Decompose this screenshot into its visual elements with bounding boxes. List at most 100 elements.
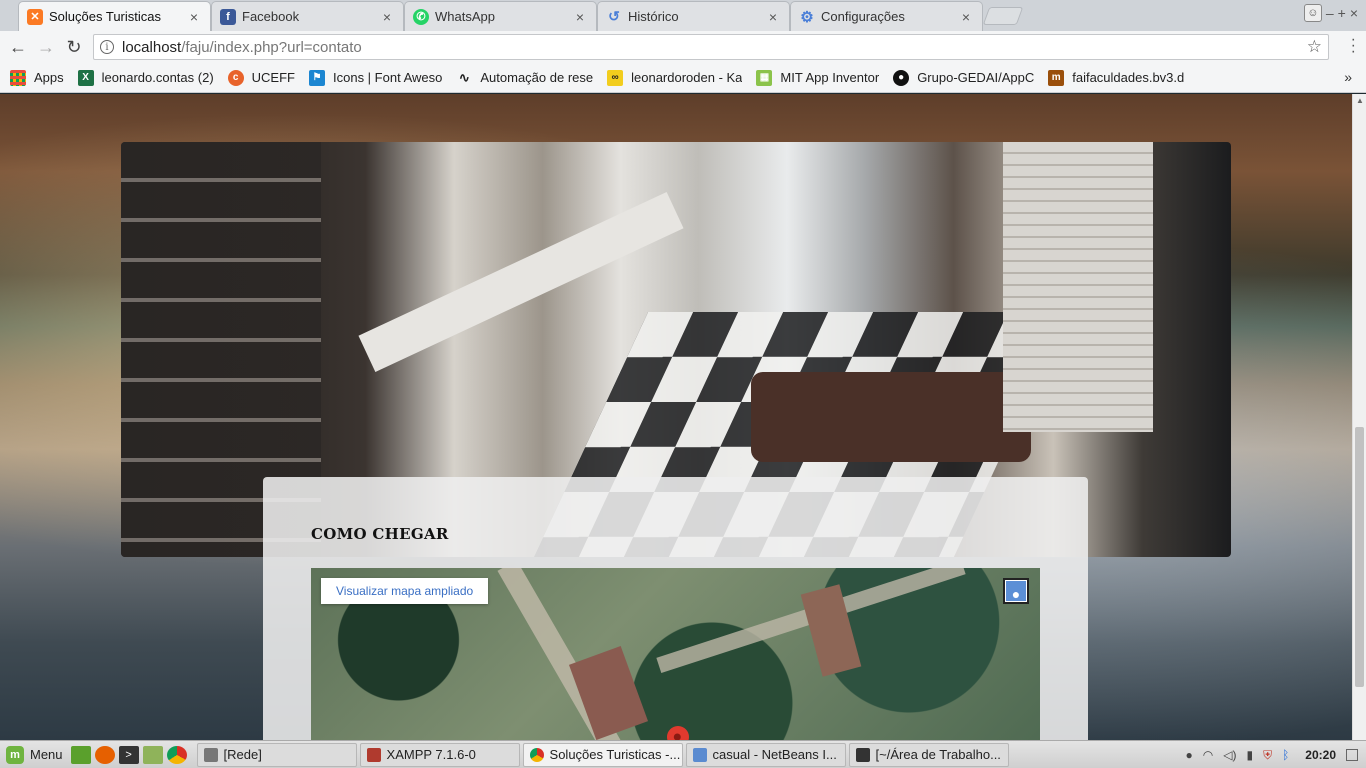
taskbar-window-rede[interactable]: [Rede]	[196, 742, 357, 767]
uceff-icon: c	[227, 69, 244, 86]
close-icon[interactable]: ×	[379, 9, 395, 25]
taskbar-window-terminal[interactable]: [~/Área de Trabalho...	[848, 742, 1009, 767]
browser-toolbar: ← → ↻ i localhost/faju/index.php?url=con…	[0, 31, 1366, 63]
forward-arrow-icon[interactable]: →	[32, 33, 60, 61]
page-scrollbar[interactable]: ▲	[1352, 94, 1366, 740]
xampp-icon: ✕	[27, 8, 43, 25]
bookmark-grupo-gedai[interactable]: ● Grupo-GEDAI/AppC	[893, 69, 1035, 86]
volume-icon[interactable]: ◁)	[1223, 748, 1236, 762]
window-label: Soluções Turisticas -...	[549, 747, 681, 762]
mint-logo-icon: m	[6, 745, 24, 764]
bookmark-uceff[interactable]: c UCEFF	[227, 69, 295, 86]
chrome-icon[interactable]	[166, 745, 187, 764]
bookmark-leonardoroden[interactable]: ∞ leonardoroden - Ka	[607, 69, 743, 86]
tab-facebook[interactable]: f Facebook ×	[211, 1, 404, 31]
window-label: XAMPP 7.1.6-0	[386, 747, 476, 762]
bookmark-faifaculdades[interactable]: m faifaculdades.bv3.d	[1048, 69, 1185, 86]
url-path: /faju/index.php?url=contato	[181, 38, 362, 56]
tab-label: Histórico	[628, 9, 679, 24]
tab-whatsapp[interactable]: ✆ WhatsApp ×	[404, 1, 597, 31]
section-title: COMO CHEGAR	[311, 525, 449, 543]
bookmark-leonardo-contas[interactable]: X leonardo.contas (2)	[77, 69, 214, 86]
taskbar-window-netbeans[interactable]: casual - NetBeans I...	[685, 742, 846, 767]
infinity-icon: ∞	[607, 69, 624, 86]
bookmark-star-icon[interactable]: ☆	[1307, 37, 1322, 57]
new-tab-button[interactable]	[982, 7, 1024, 25]
network-folder-icon	[203, 747, 218, 762]
bookmark-mit-app-inventor[interactable]: ▦ MIT App Inventor	[756, 69, 879, 86]
minimize-button[interactable]: –	[1326, 5, 1334, 21]
contact-card: COMO CHEGAR Visualizar mapa ampliado ●	[263, 477, 1088, 740]
tab-label: Facebook	[242, 9, 300, 24]
profile-icon[interactable]: ☺	[1303, 4, 1322, 22]
appinventor-icon: ▦	[756, 69, 773, 86]
battery-icon[interactable]: ▮	[1246, 748, 1253, 762]
bookmarks-overflow-button[interactable]: »	[1344, 69, 1352, 85]
user-icon[interactable]: ●	[1186, 748, 1193, 762]
moodle-icon: m	[1048, 69, 1065, 86]
folder-icon[interactable]	[142, 745, 163, 764]
terminal-icon	[855, 747, 870, 762]
quick-launch: >	[70, 745, 187, 764]
tab-label: WhatsApp	[435, 9, 495, 24]
back-arrow-icon[interactable]: ←	[4, 33, 32, 61]
bookmark-label: leonardo.contas (2)	[101, 70, 214, 85]
excel-icon: X	[77, 69, 94, 86]
gear-icon: ⚙	[800, 8, 814, 26]
close-icon[interactable]: ×	[572, 9, 588, 25]
scroll-up-icon[interactable]: ▲	[1356, 96, 1364, 105]
map-pin-icon[interactable]	[662, 721, 694, 740]
scrollbar-thumb[interactable]	[1355, 427, 1364, 687]
shield-icon[interactable]: ⛨	[1263, 748, 1272, 763]
bookmark-label: UCEFF	[251, 70, 295, 85]
tab-historico[interactable]: ↺ Histórico ×	[597, 1, 790, 31]
tab-strip: ✕ Soluções Turisticas × f Facebook × ✆ W…	[0, 0, 1366, 31]
bookmark-label: Grupo-GEDAI/AppC	[917, 70, 1035, 85]
menu-dots-icon[interactable]: · · ·	[1351, 32, 1356, 60]
close-window-button[interactable]: ×	[1350, 5, 1358, 21]
bookmark-apps[interactable]: Apps	[10, 69, 64, 86]
window-label: casual - NetBeans I...	[712, 747, 837, 762]
bookmarks-bar: Apps X leonardo.contas (2) c UCEFF ⚑ Ico…	[0, 63, 1366, 93]
wifi-icon[interactable]: ◠	[1203, 748, 1213, 762]
github-icon: ●	[893, 69, 910, 86]
system-tray: ● ◠ ◁) ▮ ⛨ ᛒ 20:20	[1186, 741, 1358, 768]
netbeans-icon	[692, 747, 707, 762]
show-desktop-button[interactable]	[1346, 749, 1358, 761]
tab-solucoes-turisticas[interactable]: ✕ Soluções Turisticas ×	[18, 1, 211, 31]
bluetooth-icon[interactable]: ᛒ	[1282, 748, 1289, 762]
show-desktop-icon[interactable]	[70, 745, 91, 764]
window-label: [~/Área de Trabalho...	[875, 747, 1001, 762]
terminal-icon[interactable]: >	[118, 745, 139, 764]
maximize-button[interactable]: +	[1338, 5, 1346, 21]
reload-icon[interactable]: ↻	[60, 33, 88, 61]
close-icon[interactable]: ×	[186, 9, 202, 25]
chrome-icon	[529, 747, 544, 762]
info-icon[interactable]: i	[100, 40, 114, 54]
bookmark-label: leonardoroden - Ka	[631, 70, 743, 85]
close-icon[interactable]: ×	[765, 9, 781, 25]
taskbar-window-chrome[interactable]: Soluções Turisticas -...	[522, 742, 683, 767]
pegman-icon[interactable]: ●	[1003, 578, 1029, 604]
xampp-icon	[366, 747, 381, 762]
tab-configuracoes[interactable]: ⚙ Configurações ×	[790, 1, 983, 31]
firefox-icon[interactable]	[94, 745, 115, 764]
embedded-map[interactable]: Visualizar mapa ampliado ●	[311, 568, 1040, 740]
close-icon[interactable]: ×	[958, 9, 974, 25]
bookmark-font-awesome[interactable]: ⚑ Icons | Font Aweso	[309, 69, 443, 86]
view-larger-map-button[interactable]: Visualizar mapa ampliado	[321, 578, 489, 604]
facebook-icon: f	[220, 8, 236, 25]
address-bar[interactable]: i localhost/faju/index.php?url=contato ☆	[93, 34, 1329, 60]
history-icon: ↺	[608, 8, 620, 24]
taskbar-window-xampp[interactable]: XAMPP 7.1.6-0	[359, 742, 520, 767]
clock[interactable]: 20:20	[1305, 748, 1336, 762]
tab-label: Configurações	[821, 9, 905, 24]
whatsapp-icon: ✆	[413, 8, 429, 25]
bookmark-label: faifaculdades.bv3.d	[1072, 70, 1185, 85]
window-label: [Rede]	[223, 747, 262, 762]
bookmark-automacao[interactable]: ∿ Automação de rese	[456, 70, 593, 86]
bookmark-label: Icons | Font Aweso	[333, 70, 443, 85]
taskbar: m Menu > [Rede] XAMPP 7.1.6-0 Soluções T…	[0, 740, 1366, 768]
apps-grid-icon	[10, 69, 26, 86]
start-menu-button[interactable]: m Menu	[0, 741, 71, 768]
